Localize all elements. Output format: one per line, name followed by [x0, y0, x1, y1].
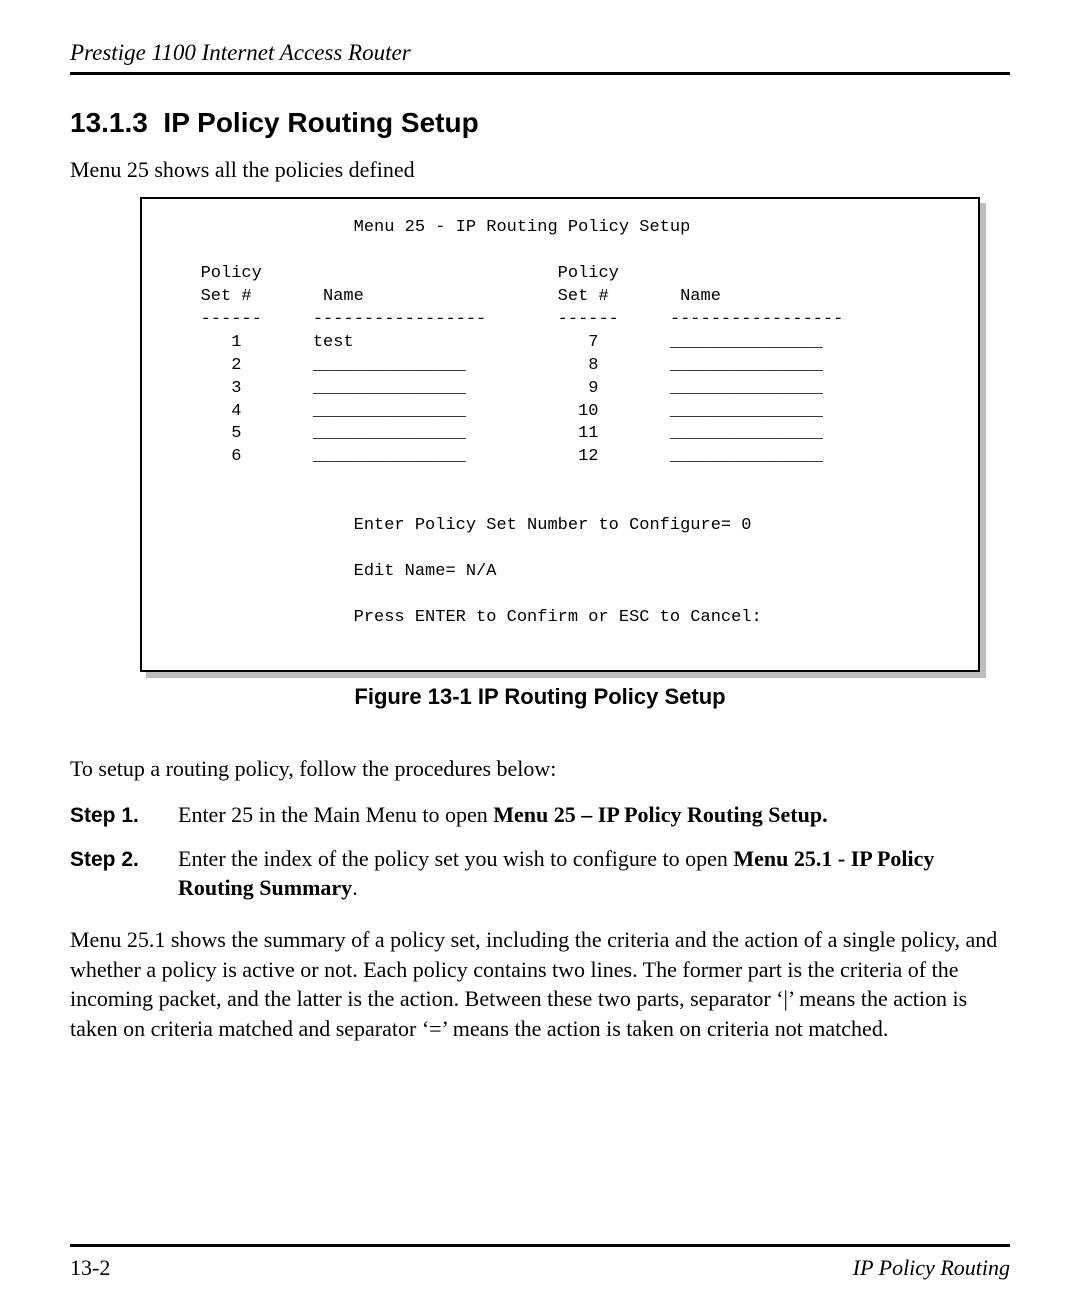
section-title: IP Policy Routing Setup: [163, 107, 478, 138]
page-footer: 13-2 IP Policy Routing: [70, 1244, 1010, 1281]
step-2-row: Step 2. Enter the index of the policy se…: [70, 844, 1010, 903]
terminal-box: Menu 25 - IP Routing Policy Setup Policy…: [140, 197, 980, 672]
terminal-figure: Menu 25 - IP Routing Policy Setup Policy…: [140, 197, 980, 672]
step-1-body: Enter 25 in the Main Menu to open Menu 2…: [178, 800, 1010, 830]
procedure-intro: To setup a routing policy, follow the pr…: [70, 756, 1010, 782]
step-1-row: Step 1. Enter 25 in the Main Menu to ope…: [70, 800, 1010, 830]
intro-line: Menu 25 shows all the policies defined: [70, 157, 1010, 183]
step-2-body: Enter the index of the policy set you wi…: [178, 844, 1010, 903]
step-2-label: Step 2.: [70, 848, 156, 872]
page-number: 13-2: [70, 1255, 110, 1281]
footer-section-title: IP Policy Routing: [853, 1255, 1010, 1281]
step-1-text: Enter 25 in the Main Menu to open: [178, 802, 493, 827]
figure-caption: Figure 13-1 IP Routing Policy Setup: [70, 684, 1010, 710]
step-2-tail: .: [352, 875, 358, 900]
explanatory-paragraph: Menu 25.1 shows the summary of a policy …: [70, 925, 1010, 1044]
section-heading: 13.1.3 IP Policy Routing Setup: [70, 107, 1010, 139]
section-number: 13.1.3: [70, 107, 148, 138]
page: Prestige 1100 Internet Access Router 13.…: [0, 0, 1080, 1311]
step-2-text: Enter the index of the policy set you wi…: [178, 846, 733, 871]
step-1-bold: Menu 25 – IP Policy Routing Setup.: [493, 802, 827, 827]
running-header: Prestige 1100 Internet Access Router: [70, 40, 1010, 75]
step-1-label: Step 1.: [70, 804, 156, 828]
